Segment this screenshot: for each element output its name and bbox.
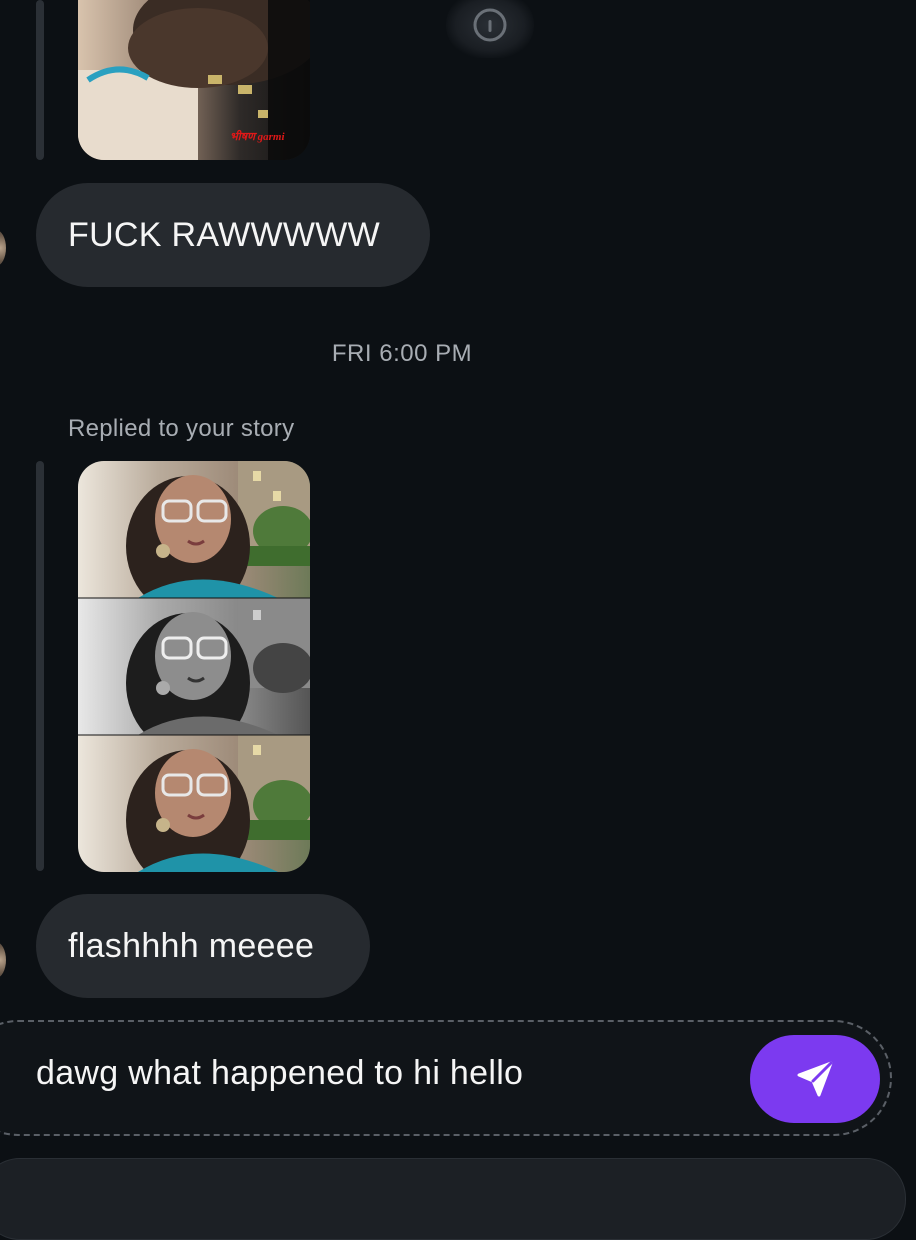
info-icon (473, 8, 507, 42)
bottom-panel (0, 1158, 906, 1240)
story-image: भीषण garmi (78, 0, 310, 160)
message-thread: भीषण garmi FUCK RAWWWWW FRI 6:00 PM Repl… (0, 0, 916, 1240)
story-thumbnail[interactable] (78, 461, 310, 872)
message-bubble[interactable]: flashhhh meeee (36, 894, 370, 998)
story-reply-bar (36, 461, 44, 871)
timestamp: FRI 6:00 PM (331, 340, 473, 367)
sender-avatar[interactable] (0, 230, 6, 266)
message-input[interactable]: dawg what happened to hi hello (36, 1054, 523, 1093)
message-text: flashhhh meeee (68, 926, 315, 965)
send-button[interactable] (750, 1035, 880, 1123)
story-image (78, 461, 310, 872)
message-text: FUCK RAWWWWW (68, 215, 381, 254)
paper-plane-icon (797, 1061, 833, 1097)
sender-avatar[interactable] (0, 942, 6, 978)
story-thumbnail[interactable]: भीषण garmi (78, 0, 310, 160)
story-reply-bar (36, 0, 44, 160)
reply-label: Replied to your story (68, 415, 295, 442)
message-bubble[interactable]: FUCK RAWWWWW (36, 183, 430, 287)
info-button[interactable] (446, 0, 534, 58)
story-sticker-text: भीषण garmi (230, 129, 285, 143)
